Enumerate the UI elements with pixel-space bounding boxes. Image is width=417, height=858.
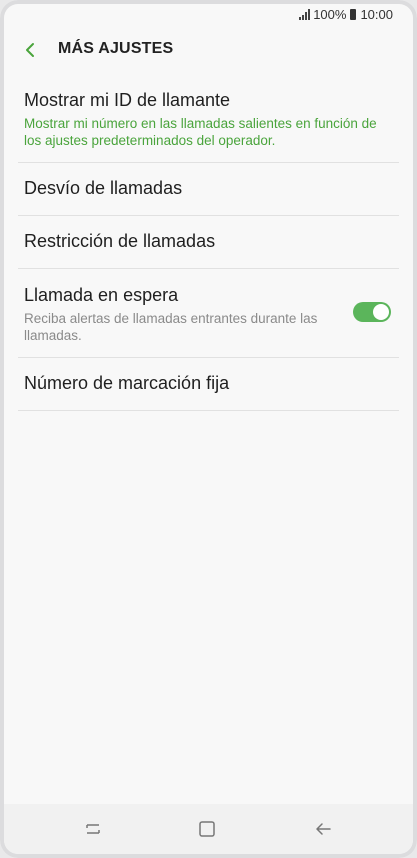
recent-apps-icon — [86, 824, 100, 834]
back-button[interactable] — [18, 38, 42, 62]
item-title: Desvío de llamadas — [24, 178, 183, 198]
list-item-fixed-dialing[interactable]: Número de marcación fija — [0, 358, 417, 410]
list-item-call-waiting[interactable]: Llamada en espera Reciba alertas de llam… — [0, 269, 417, 357]
home-icon — [199, 821, 215, 837]
system-back-button[interactable] — [310, 816, 336, 842]
clock: 10:00 — [360, 6, 393, 22]
signal-icon — [299, 8, 311, 20]
item-subtitle: Reciba alertas de llamadas entrantes dur… — [24, 311, 318, 343]
back-arrow-icon — [26, 43, 34, 57]
item-subtitle: Mostrar mi número en las llamadas salien… — [24, 116, 377, 148]
page-title: MÁS AJUSTES — [58, 40, 174, 57]
list-item-call-barring[interactable]: Restricción de llamadas — [0, 216, 417, 268]
navigation-bar — [4, 804, 413, 854]
phone-screen: 100% 10:00 MÁS AJUSTES Mostrar mi ID de … — [0, 0, 417, 858]
status-bar: 100% 10:00 — [0, 0, 417, 28]
back-icon — [316, 823, 331, 835]
app-header: MÁS AJUSTES — [0, 30, 417, 70]
item-title: Mostrar mi ID de llamante — [24, 90, 231, 110]
list-item-call-forwarding[interactable]: Desvío de llamadas — [0, 163, 417, 215]
divider — [18, 410, 399, 411]
toggle-knob — [373, 304, 389, 320]
recent-apps-button[interactable] — [80, 816, 106, 842]
list-item-caller-id[interactable]: Mostrar mi ID de llamante Mostrar mi núm… — [0, 72, 417, 162]
battery-percent: 100% — [313, 6, 347, 22]
call-waiting-toggle[interactable] — [353, 302, 391, 322]
item-title: Llamada en espera — [24, 285, 179, 305]
item-title: Número de marcación fija — [24, 373, 230, 393]
item-title: Restricción de llamadas — [24, 231, 216, 251]
home-button[interactable] — [194, 816, 220, 842]
battery-icon — [350, 8, 357, 20]
settings-list: Mostrar mi ID de llamante Mostrar mi núm… — [0, 72, 417, 411]
